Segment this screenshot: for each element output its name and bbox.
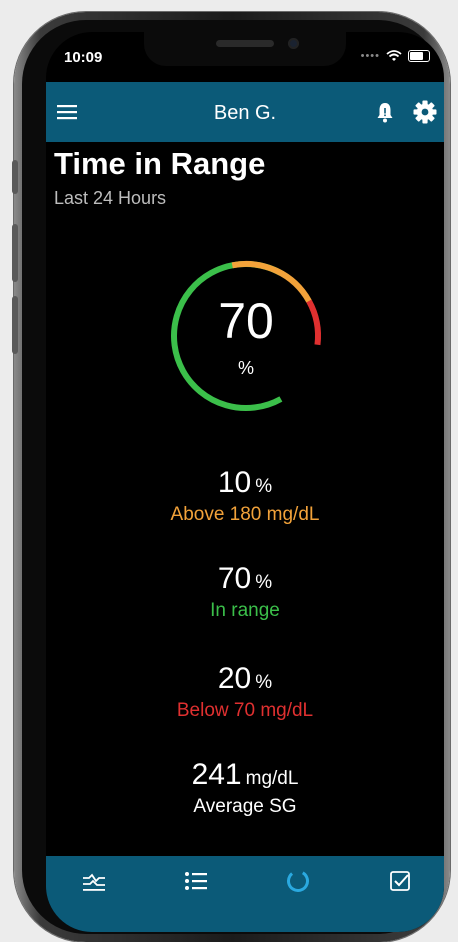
stat-above: 10% Above 180 mg/dL xyxy=(46,466,444,526)
bell-icon[interactable] xyxy=(374,100,396,124)
stat-value: 70 xyxy=(217,562,252,595)
page-title: Time in Range xyxy=(54,146,266,181)
gear-icon[interactable] xyxy=(412,99,438,125)
app-header: Ben G. xyxy=(46,82,444,142)
phone-screen: 10:09 •••• Ben G. Time in Range Last 24 … xyxy=(46,32,444,932)
stat-label: In range xyxy=(210,600,280,621)
stat-unit: % xyxy=(255,572,273,593)
notch xyxy=(144,32,346,66)
front-camera xyxy=(288,38,299,49)
stat-value: 10 xyxy=(217,466,252,499)
speaker xyxy=(216,40,274,47)
stat-label: Above 180 mg/dL xyxy=(170,504,320,525)
volume-down-button xyxy=(12,296,18,354)
stat-below: 20% Below 70 mg/dL xyxy=(46,662,444,722)
gauge-value: 70 xyxy=(218,293,274,349)
tab-bar xyxy=(46,856,444,932)
wifi-icon xyxy=(386,50,402,61)
stat-in-range: 70% In range xyxy=(46,562,444,622)
battery-icon xyxy=(408,50,430,62)
page-subtitle: Last 24 Hours xyxy=(54,188,167,208)
sg-graph-icon[interactable] xyxy=(80,868,108,894)
time-in-range-icon[interactable] xyxy=(284,868,312,894)
stat-average-sg: 241 mg/dL Average SG xyxy=(46,758,444,818)
signal-icon: •••• xyxy=(360,50,380,62)
stat-unit: mg/dL xyxy=(245,768,299,789)
list-icon[interactable] xyxy=(182,868,210,894)
stat-unit: % xyxy=(255,672,273,693)
mute-switch xyxy=(12,160,18,194)
stat-value: 20 xyxy=(217,662,252,695)
stat-label: Average SG xyxy=(193,796,297,817)
stat-value: 241 xyxy=(191,758,242,791)
stat-label: Below 70 mg/dL xyxy=(176,700,314,721)
volume-up-button xyxy=(12,224,18,282)
stat-unit: % xyxy=(255,476,273,497)
gauge-unit: % xyxy=(237,358,254,378)
checkbox-icon[interactable] xyxy=(386,868,414,894)
clock: 10:09 xyxy=(64,49,103,66)
